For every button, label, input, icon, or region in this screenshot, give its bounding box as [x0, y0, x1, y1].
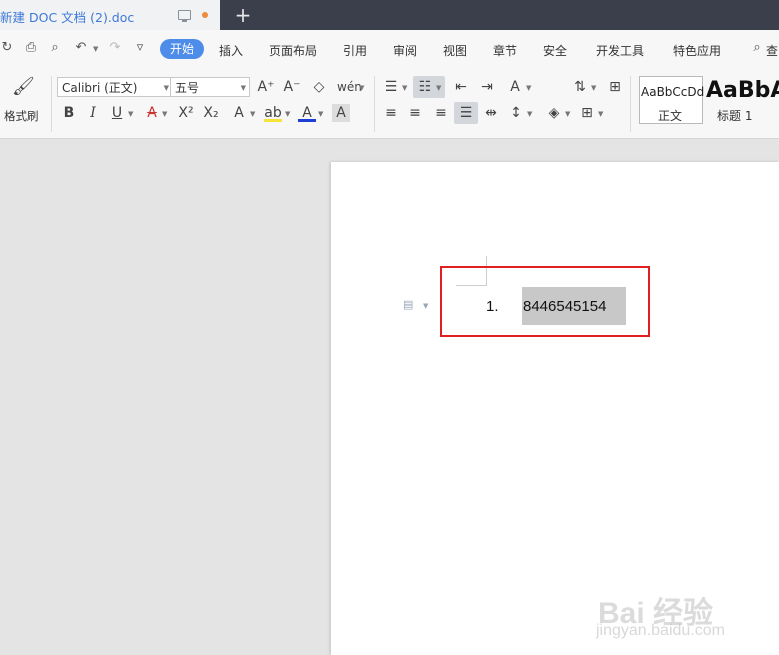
print-preview-icon[interactable]: ⌕	[48, 41, 62, 55]
distributed-align-icon[interactable]: ⇹	[482, 104, 500, 122]
redo-icon[interactable]: ↷	[108, 41, 122, 55]
font-color-dropdown-icon[interactable]: ▼	[318, 110, 323, 118]
numbering-dropdown-icon[interactable]: ▼	[436, 84, 441, 92]
font-name-combo[interactable]: Calibri (正文) ▼	[57, 77, 173, 97]
shading-icon[interactable]: ◈	[545, 104, 563, 122]
menu-security[interactable]: 安全	[543, 42, 567, 59]
chinese-layout-icon[interactable]: A	[506, 78, 524, 96]
search-icon[interactable]: ⌕	[750, 41, 764, 55]
menu-review[interactable]: 审阅	[393, 42, 417, 59]
style-heading1-preview[interactable]: AaBbA	[706, 78, 779, 103]
customize-quick-access-icon[interactable]: ▿	[133, 41, 147, 55]
font-name-value: Calibri (正文)	[62, 81, 138, 95]
menu-section[interactable]: 章节	[493, 42, 517, 59]
show-marks-icon[interactable]: ⊞	[606, 78, 624, 96]
menu-search[interactable]: 查	[766, 42, 778, 59]
align-center-icon[interactable]: ≡	[406, 104, 424, 122]
underline-dropdown-icon[interactable]: ▼	[128, 110, 133, 118]
monitor-icon[interactable]	[178, 10, 191, 22]
underline-icon[interactable]: U	[108, 104, 126, 122]
ribbon-separator	[374, 76, 375, 132]
undo-icon[interactable]: ↶	[74, 41, 88, 55]
clear-format-icon[interactable]: ◇	[310, 78, 328, 96]
superscript-icon[interactable]: X²	[177, 104, 195, 122]
document-page[interactable]	[331, 162, 779, 655]
style-normal-preview[interactable]: AaBbCcDd	[641, 85, 704, 99]
borders-icon[interactable]: ⊞	[578, 104, 596, 122]
menu-insert[interactable]: 插入	[219, 42, 243, 59]
redo-history-icon[interactable]: ↻	[0, 41, 14, 55]
menu-special-features[interactable]: 特色应用	[673, 42, 721, 59]
strikethrough-icon[interactable]: A	[143, 104, 161, 122]
format-painter-icon[interactable]: 🖌	[12, 78, 35, 100]
style-normal-label[interactable]: 正文	[658, 107, 682, 124]
increase-indent-icon[interactable]: ⇥	[478, 78, 496, 96]
grow-font-icon[interactable]: A⁺	[257, 78, 275, 96]
borders-dropdown-icon[interactable]: ▼	[598, 110, 603, 118]
shading-dropdown-icon[interactable]: ▼	[565, 110, 570, 118]
undo-dropdown-icon[interactable]: ▼	[93, 45, 98, 53]
annotation-box	[440, 266, 650, 337]
bold-icon[interactable]: B	[60, 104, 78, 122]
subscript-icon[interactable]: X₂	[202, 104, 220, 122]
document-tab-title[interactable]: 新建 DOC 文档 (2).doc	[0, 7, 134, 26]
menu-page-layout[interactable]: 页面布局	[269, 42, 317, 59]
font-size-dropdown-icon[interactable]: ▼	[241, 78, 246, 98]
font-size-combo[interactable]: 五号 ▼	[170, 77, 250, 97]
phonetic-guide-icon[interactable]: wén	[337, 78, 362, 96]
decrease-indent-icon[interactable]: ⇤	[452, 78, 470, 96]
format-painter-label[interactable]: 格式刷	[4, 108, 39, 124]
sort-icon[interactable]: ⇅	[571, 78, 589, 96]
chinese-layout-dropdown-icon[interactable]: ▼	[526, 84, 531, 92]
ribbon-separator	[630, 76, 631, 132]
italic-icon[interactable]: I	[84, 104, 102, 122]
font-color-icon[interactable]: A	[298, 104, 316, 122]
font-size-value: 五号	[175, 81, 200, 95]
justify-icon[interactable]: ☰	[457, 104, 475, 122]
line-spacing-icon[interactable]: ↕	[507, 104, 525, 122]
print-icon[interactable]: ⎙	[24, 41, 38, 55]
phonetic-dropdown-icon[interactable]: ▼	[359, 84, 364, 92]
highlight-icon[interactable]: ab	[264, 104, 282, 122]
unsaved-indicator-icon	[202, 12, 208, 18]
line-spacing-dropdown-icon[interactable]: ▼	[527, 110, 532, 118]
ribbon-separator	[51, 76, 52, 132]
text-effect-icon[interactable]: A	[230, 104, 248, 122]
text-effect-dropdown-icon[interactable]: ▼	[250, 110, 255, 118]
menu-view[interactable]: 视图	[443, 42, 467, 59]
bullets-icon[interactable]: ☰	[382, 78, 400, 96]
shrink-font-icon[interactable]: A⁻	[283, 78, 301, 96]
new-tab-button[interactable]: +	[234, 3, 252, 27]
paragraph-layout-dropdown-icon[interactable]: ▼	[423, 302, 428, 310]
character-shading-icon[interactable]: A	[332, 104, 350, 122]
sort-dropdown-icon[interactable]: ▼	[591, 84, 596, 92]
style-heading1-label[interactable]: 标题 1	[717, 107, 752, 124]
strikethrough-dropdown-icon[interactable]: ▼	[162, 110, 167, 118]
bullets-dropdown-icon[interactable]: ▼	[402, 84, 407, 92]
align-right-icon[interactable]: ≡	[432, 104, 450, 122]
menu-home[interactable]: 开始	[160, 39, 204, 59]
menu-references[interactable]: 引用	[343, 42, 367, 59]
align-left-icon[interactable]: ≡	[382, 104, 400, 122]
highlight-dropdown-icon[interactable]: ▼	[285, 110, 290, 118]
paragraph-layout-icon[interactable]: ▤	[403, 298, 414, 311]
watermark-url: jingyan.baidu.com	[596, 622, 725, 639]
menu-developer[interactable]: 开发工具	[596, 42, 644, 59]
font-name-dropdown-icon[interactable]: ▼	[164, 78, 169, 98]
numbering-icon[interactable]: ☷	[416, 78, 434, 96]
